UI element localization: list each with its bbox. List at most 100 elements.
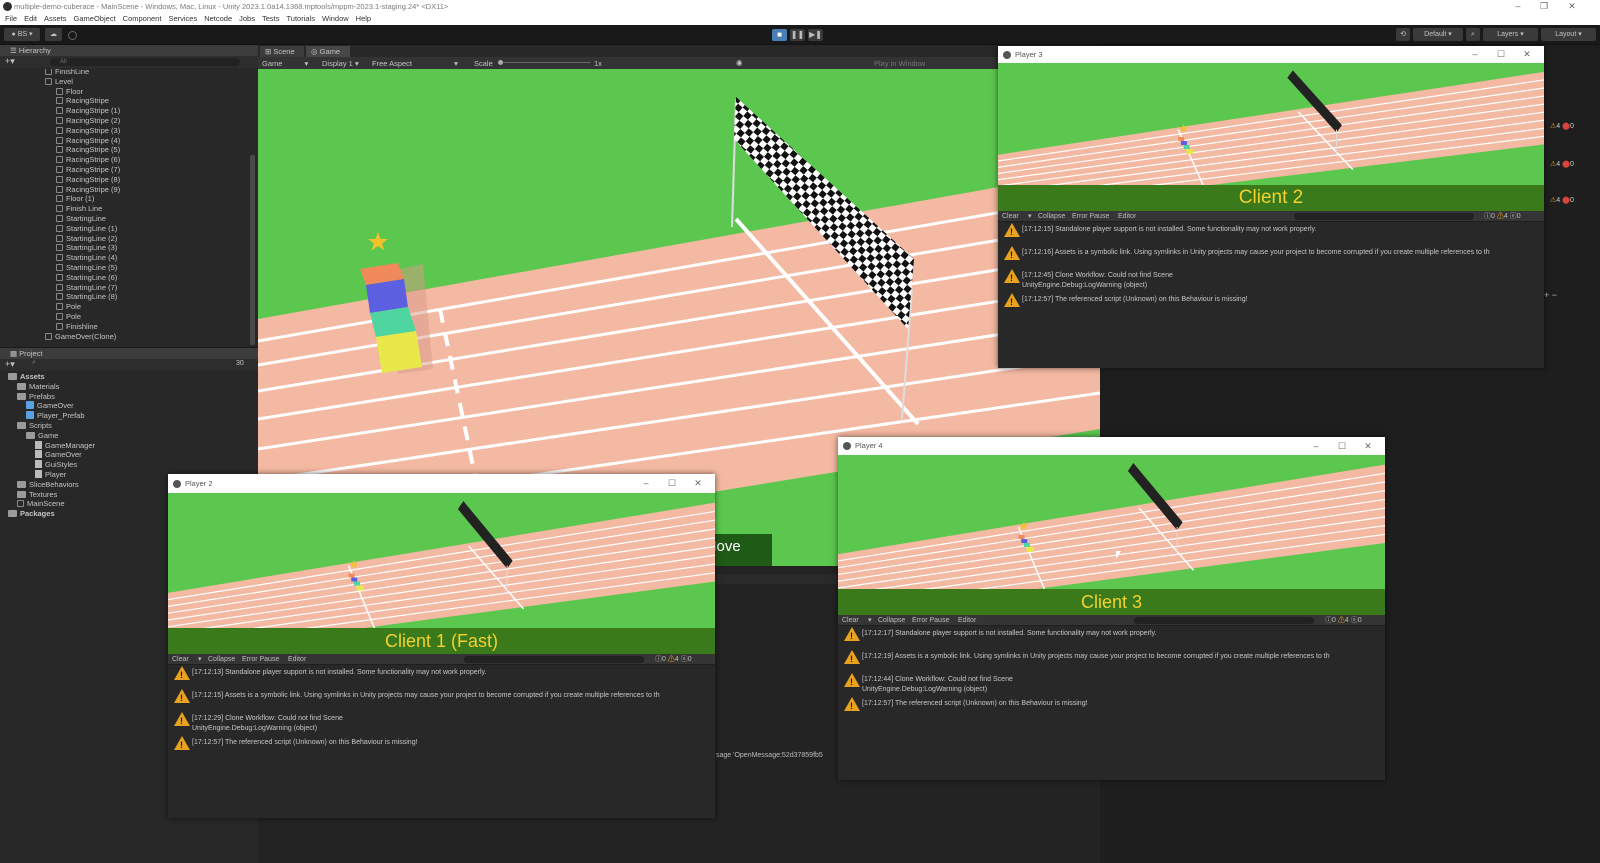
hierarchy-item[interactable]: FinishLine xyxy=(45,69,89,77)
hierarchy-item[interactable]: StartingLine (1) xyxy=(56,224,117,234)
warn-count-glyph[interactable]: ⚠ xyxy=(1336,617,1345,624)
hierarchy-search-input[interactable]: All xyxy=(50,58,240,66)
error-pause-button[interactable]: Error Pause xyxy=(1072,211,1109,222)
layers-dropdown[interactable]: Layers ▾ xyxy=(1483,28,1538,41)
menu-item-tests[interactable]: Tests xyxy=(262,13,280,25)
error-count-glyph[interactable]: ⓔ xyxy=(1508,213,1517,220)
hierarchy-item[interactable]: StartingLine (4) xyxy=(56,253,117,263)
error-count-glyph[interactable]: ⓔ xyxy=(1349,617,1358,624)
console-log-entry[interactable]: [17:12:16] Assets is a symbolic link. Us… xyxy=(1022,248,1540,257)
project-item[interactable]: Textures xyxy=(17,490,57,500)
minimize-icon[interactable]: – xyxy=(1505,0,1531,13)
clear-button[interactable]: Clear xyxy=(842,615,859,626)
project-item[interactable]: Scripts xyxy=(17,421,52,431)
project-item[interactable]: Packages xyxy=(8,509,55,519)
hidden-count[interactable]: 30 xyxy=(236,360,244,367)
menu-item-file[interactable]: File xyxy=(5,13,17,25)
console-log-entry[interactable]: UnityEngine.Debug:LogWarning (object) xyxy=(1022,281,1540,290)
project-item[interactable]: Prefabs xyxy=(17,392,55,402)
editor-dropdown[interactable]: Editor xyxy=(1118,211,1136,222)
cloud-icon[interactable]: ☁ xyxy=(45,28,62,41)
console-log-entry[interactable]: [17:12:57] The referenced script (Unknow… xyxy=(192,738,711,747)
console-log-entry[interactable]: [17:12:57] The referenced script (Unknow… xyxy=(862,699,1381,708)
project-item[interactable]: GuiStyles xyxy=(35,460,77,470)
error-pause-button[interactable]: Error Pause xyxy=(242,654,279,665)
project-item[interactable]: GameOver xyxy=(35,450,82,460)
project-tab[interactable]: ▦ Project xyxy=(0,348,258,359)
console-log-entry[interactable]: [17:12:15] Standalone player support is … xyxy=(1022,225,1540,234)
pause-button[interactable]: ❚❚ xyxy=(790,29,805,41)
clear-button[interactable]: Clear xyxy=(172,654,189,665)
add-remove-icon[interactable]: + − xyxy=(1544,290,1557,300)
project-item[interactable]: SliceBehaviors xyxy=(17,480,79,490)
maximize-icon[interactable]: ☐ xyxy=(1488,46,1514,63)
menu-item-window[interactable]: Window xyxy=(322,13,349,25)
info-count[interactable]: ⓘ xyxy=(1325,617,1332,624)
error-count-glyph[interactable]: ⓔ xyxy=(679,656,688,663)
console-log-entry[interactable]: [17:12:45] Clone Workflow: Could not fin… xyxy=(1022,271,1540,280)
hierarchy-item[interactable]: Pole xyxy=(56,302,81,312)
hierarchy-item[interactable]: RacingStripe (2) xyxy=(56,116,120,126)
menu-item-component[interactable]: Component xyxy=(123,13,162,25)
hierarchy-item[interactable]: RacingStripe (7) xyxy=(56,165,120,175)
close-icon[interactable]: ✕ xyxy=(1355,437,1381,455)
menu-item-netcode[interactable]: Netcode xyxy=(204,13,232,25)
scale-slider[interactable] xyxy=(500,62,590,63)
collapse-button[interactable]: Collapse xyxy=(1038,211,1065,222)
console-log-entry[interactable]: [17:12:17] Standalone player support is … xyxy=(862,629,1381,638)
hierarchy-item[interactable]: RacingStripe (5) xyxy=(56,145,120,155)
clear-dropdown-icon[interactable]: ▾ xyxy=(198,654,202,665)
hierarchy-item[interactable]: Level xyxy=(45,77,73,87)
close-icon[interactable]: ✕ xyxy=(685,474,711,493)
project-item[interactable]: Assets xyxy=(8,372,45,382)
menu-item-tutorials[interactable]: Tutorials xyxy=(287,13,315,25)
layout-dropdown[interactable]: Layout ▾ xyxy=(1541,28,1596,41)
hierarchy-item[interactable]: Finish Line xyxy=(56,204,102,214)
hierarchy-item[interactable]: StartingLine (2) xyxy=(56,234,117,244)
collab-icon[interactable] xyxy=(68,31,77,40)
display-dropdown[interactable]: Display 1 ▾ xyxy=(322,59,359,68)
search-icon[interactable]: ⌕ xyxy=(32,359,36,367)
hierarchy-tab[interactable]: ☰ Hierarchy xyxy=(0,45,258,56)
clear-dropdown-icon[interactable]: ▾ xyxy=(868,615,872,626)
menu-item-gameobject[interactable]: GameObject xyxy=(74,13,116,25)
maximize-icon[interactable]: ☐ xyxy=(659,474,685,493)
project-item[interactable]: GameManager xyxy=(35,440,95,451)
hierarchy-item[interactable]: StartingLine (3) xyxy=(56,243,117,253)
info-count[interactable]: ⓘ xyxy=(1484,213,1491,220)
project-item[interactable]: Materials xyxy=(17,382,59,392)
search-icon[interactable]: ⌕ xyxy=(1466,28,1480,41)
editor-dropdown[interactable]: Editor xyxy=(958,615,976,626)
clear-button[interactable]: Clear xyxy=(1002,211,1019,222)
console-search-input[interactable] xyxy=(464,656,644,663)
project-item[interactable]: MainScene xyxy=(17,499,65,509)
step-button[interactable]: ▶❚ xyxy=(808,29,823,41)
history-icon[interactable]: ⟲ xyxy=(1396,28,1410,41)
warn-count-glyph[interactable]: ⚠ xyxy=(666,656,675,663)
hierarchy-item[interactable]: Pole xyxy=(56,312,81,322)
maximize-icon[interactable]: ☐ xyxy=(1329,437,1355,455)
warn-count-glyph[interactable]: ⚠ xyxy=(1495,213,1504,220)
menu-item-services[interactable]: Services xyxy=(168,13,197,25)
scale-slider-handle[interactable] xyxy=(498,60,503,65)
add-icon[interactable]: +▾ xyxy=(5,359,15,370)
project-item[interactable]: GameOver xyxy=(26,401,74,411)
minimize-icon[interactable]: – xyxy=(633,474,659,493)
menu-item-assets[interactable]: Assets xyxy=(44,13,67,25)
hierarchy-item[interactable]: GameOver(Clone) xyxy=(45,332,116,342)
aspect-dropdown[interactable]: Free Aspect ▾ xyxy=(372,59,458,68)
default-dropdown[interactable]: Default ▾ xyxy=(1413,28,1463,41)
console-search-input[interactable] xyxy=(1294,213,1474,220)
console-log-entry[interactable]: [17:12:15] Assets is a symbolic link. Us… xyxy=(192,691,711,700)
project-item[interactable]: Player xyxy=(35,470,66,480)
game-mode-dropdown[interactable]: Game ▾ xyxy=(262,59,308,68)
tab-scene[interactable]: ⊞ Scene xyxy=(260,46,304,57)
hierarchy-item[interactable]: RacingStripe (6) xyxy=(56,155,120,165)
hierarchy-item[interactable]: RacingStripe (4) xyxy=(56,136,120,146)
mute-icon[interactable]: ◉ xyxy=(736,58,743,67)
console-log-entry[interactable]: UnityEngine.Debug:LogWarning (object) xyxy=(862,685,1381,694)
play-button[interactable]: ■ xyxy=(772,29,787,41)
hierarchy-item[interactable]: RacingStripe (3) xyxy=(56,126,120,136)
collapse-button[interactable]: Collapse xyxy=(208,654,235,665)
maximize-icon[interactable]: ❐ xyxy=(1531,0,1557,13)
